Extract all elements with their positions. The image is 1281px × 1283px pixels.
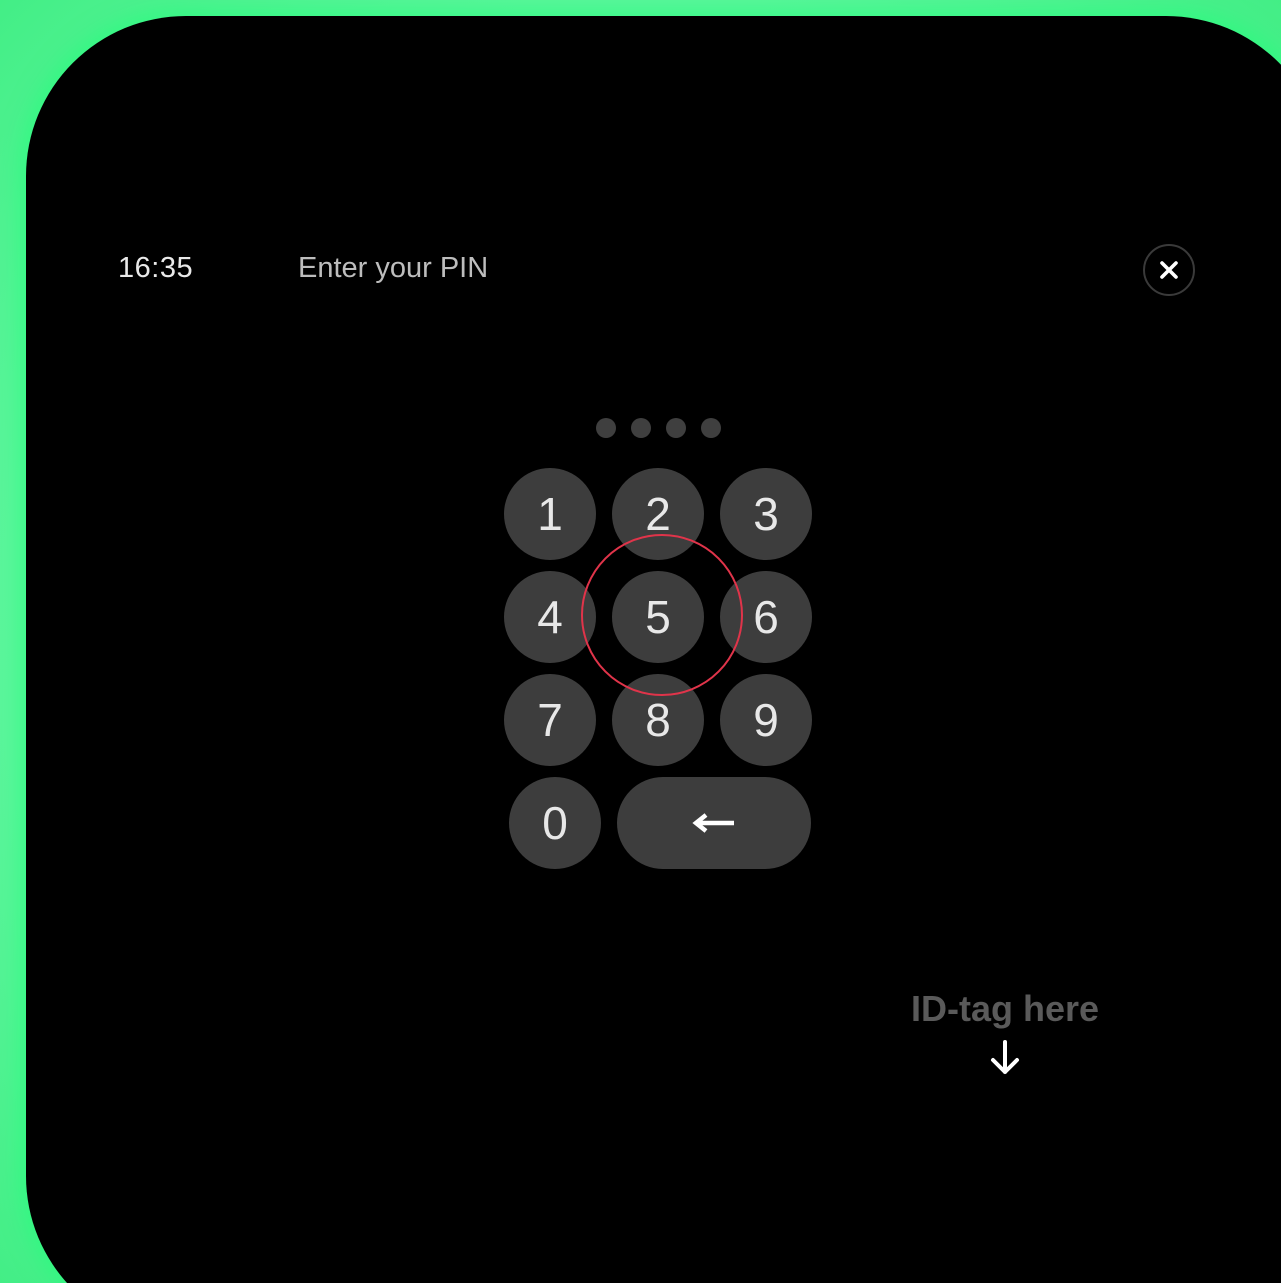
id-tag-label: ID-tag here (910, 988, 1100, 1029)
pin-dot (701, 418, 721, 438)
key-3[interactable]: 3 (720, 468, 812, 560)
left-arrow-icon (692, 813, 734, 833)
key-8[interactable]: 8 (612, 674, 704, 766)
pin-dot (631, 418, 651, 438)
key-1[interactable]: 1 (504, 468, 596, 560)
key-4[interactable]: 4 (504, 571, 596, 663)
key-5[interactable]: 5 (612, 571, 704, 663)
close-icon (1160, 261, 1178, 279)
clock: 16:35 (118, 252, 194, 284)
key-7[interactable]: 7 (504, 674, 596, 766)
close-button[interactable] (1143, 244, 1195, 296)
pin-dot (596, 418, 616, 438)
key-2[interactable]: 2 (612, 468, 704, 560)
pin-prompt: Enter your PIN (298, 252, 489, 284)
backspace-button[interactable] (617, 777, 811, 869)
pin-dot (666, 418, 686, 438)
key-6[interactable]: 6 (720, 571, 812, 663)
key-0[interactable]: 0 (509, 777, 601, 869)
pin-dots (596, 418, 721, 438)
down-arrow-icon (991, 1040, 1019, 1074)
key-9[interactable]: 9 (720, 674, 812, 766)
